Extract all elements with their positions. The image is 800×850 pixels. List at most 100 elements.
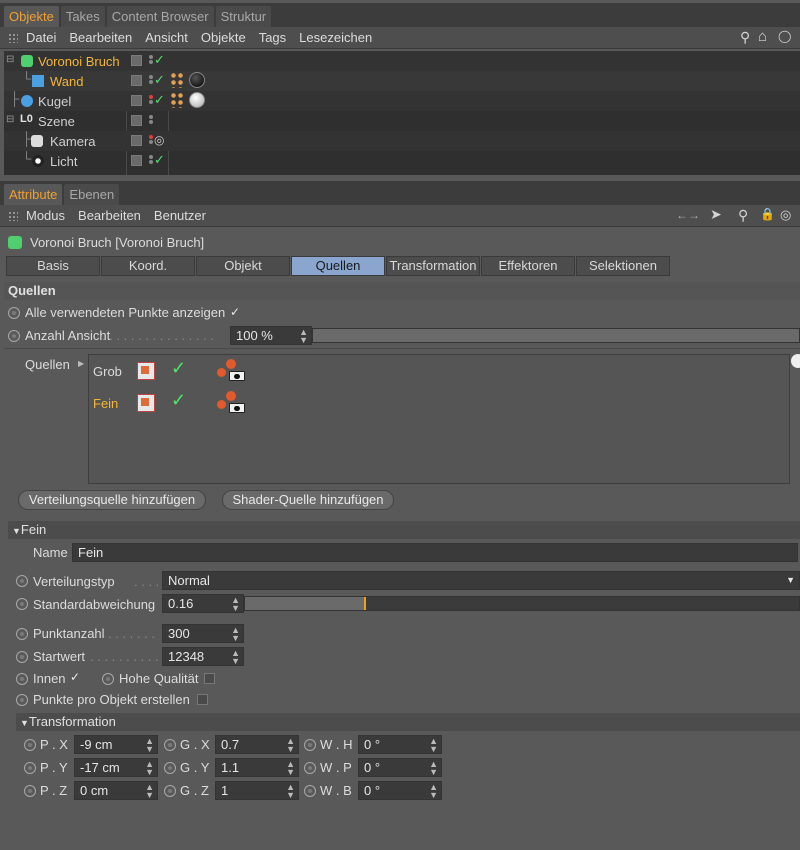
- section-transformation[interactable]: ▼Transformation: [16, 713, 800, 731]
- tab-ebenen[interactable]: Ebenen: [64, 184, 120, 205]
- count-view-field[interactable]: 100 % ▲ ▼: [230, 326, 312, 345]
- target-icon[interactable]: ◎: [780, 207, 791, 223]
- animate-radio[interactable]: [164, 762, 176, 774]
- source-name[interactable]: Grob: [93, 364, 122, 379]
- lock-icon[interactable]: 🔒: [760, 207, 775, 221]
- menu-tags[interactable]: Tags: [259, 30, 286, 45]
- menubar-grip-icon[interactable]: [8, 210, 18, 221]
- back-arrow-icon[interactable]: ←→: [676, 208, 700, 222]
- animate-radio[interactable]: [8, 330, 20, 342]
- scale-x-field[interactable]: 0.7 ▲ ▼: [215, 735, 299, 754]
- points-per-object-checkbox[interactable]: [197, 694, 208, 705]
- animate-radio[interactable]: [16, 598, 28, 610]
- tab-koord[interactable]: Koord.: [101, 256, 195, 276]
- cursor-icon[interactable]: ➤: [710, 206, 722, 223]
- points-visibility-icon[interactable]: [217, 391, 245, 417]
- tab-struktur[interactable]: Struktur: [215, 6, 272, 27]
- enabled-check-icon[interactable]: ✓: [171, 390, 186, 411]
- count-view-slider[interactable]: [312, 328, 800, 343]
- tab-content-browser[interactable]: Content Browser: [106, 6, 214, 27]
- rot-b-field[interactable]: 0 ° ▲ ▼: [358, 781, 442, 800]
- menu-datei[interactable]: Datei: [26, 30, 56, 45]
- menu-bearbeiten[interactable]: Bearbeiten: [78, 208, 141, 223]
- object-row-voronoi[interactable]: ⊟ Voronoi Bruch ✓: [4, 51, 800, 71]
- inner-checkbox[interactable]: ✓: [70, 670, 80, 684]
- rot-p-field[interactable]: 0 ° ▲ ▼: [358, 758, 442, 777]
- tab-effektoren[interactable]: Effektoren: [481, 256, 575, 276]
- home-icon[interactable]: ⌂: [758, 28, 767, 45]
- voronoi-tag-icon[interactable]: [170, 92, 184, 108]
- menu-benutzer[interactable]: Benutzer: [154, 208, 206, 223]
- add-shader-source-button[interactable]: Shader-Quelle hinzufügen: [222, 490, 394, 510]
- animate-radio[interactable]: [16, 694, 28, 706]
- animate-radio[interactable]: [304, 762, 316, 774]
- points-visibility-icon[interactable]: [217, 359, 245, 385]
- enabled-check-icon[interactable]: ✓: [154, 152, 165, 168]
- object-row-wand[interactable]: └ Wand ✓: [4, 71, 800, 91]
- animate-radio[interactable]: [16, 628, 28, 640]
- tab-quellen[interactable]: Quellen: [291, 256, 385, 276]
- tab-takes[interactable]: Takes: [60, 6, 105, 27]
- object-row-kamera[interactable]: ├ Kamera ◎: [4, 131, 800, 151]
- distribution-source-icon[interactable]: [137, 394, 155, 412]
- rot-h-field[interactable]: 0 ° ▲ ▼: [358, 735, 442, 754]
- slider-handle[interactable]: [364, 597, 366, 610]
- tab-transformation[interactable]: Transformation: [386, 256, 480, 276]
- enabled-check-icon[interactable]: ✓: [154, 72, 165, 88]
- animate-radio[interactable]: [16, 673, 28, 685]
- list-menu-icon[interactable]: [791, 354, 800, 368]
- tab-objekte[interactable]: Objekte: [4, 6, 59, 27]
- menu-objekte[interactable]: Objekte: [201, 30, 246, 45]
- high-quality-checkbox[interactable]: [204, 673, 215, 684]
- animate-radio[interactable]: [102, 673, 114, 685]
- std-dev-slider[interactable]: [244, 596, 800, 611]
- animate-radio[interactable]: [304, 785, 316, 797]
- menu-bearbeiten[interactable]: Bearbeiten: [69, 30, 132, 45]
- pos-y-field[interactable]: -17 cm ▲ ▼: [74, 758, 158, 777]
- pos-z-field[interactable]: 0 cm ▲ ▼: [74, 781, 158, 800]
- animate-radio[interactable]: [164, 785, 176, 797]
- pos-x-field[interactable]: -9 cm ▲ ▼: [74, 735, 158, 754]
- camera-target-icon[interactable]: ◎: [154, 133, 164, 147]
- enabled-check-icon[interactable]: ✓: [154, 92, 165, 108]
- object-row-licht[interactable]: └ Licht ✓: [4, 151, 800, 171]
- std-dev-field[interactable]: 0.16 ▲ ▼: [162, 594, 244, 613]
- show-points-checkbox[interactable]: ✓: [230, 305, 240, 319]
- object-row-kugel[interactable]: ├ Kugel ✓: [4, 91, 800, 111]
- distribution-source-icon[interactable]: [137, 362, 155, 380]
- animate-radio[interactable]: [24, 762, 36, 774]
- material-tag-icon[interactable]: [189, 72, 205, 88]
- seed-field[interactable]: 12348 ▲ ▼: [162, 647, 244, 666]
- tab-objekt[interactable]: Objekt: [196, 256, 290, 276]
- orbit-icon[interactable]: ◯: [778, 29, 791, 43]
- add-distribution-source-button[interactable]: Verteilungsquelle hinzufügen: [18, 490, 206, 510]
- tab-basis[interactable]: Basis: [6, 256, 100, 276]
- tab-selektionen[interactable]: Selektionen: [576, 256, 670, 276]
- animate-radio[interactable]: [304, 739, 316, 751]
- scale-y-field[interactable]: 1.1 ▲ ▼: [215, 758, 299, 777]
- animate-radio[interactable]: [16, 575, 28, 587]
- tab-attribute[interactable]: Attribute: [4, 184, 63, 205]
- enabled-check-icon[interactable]: ✓: [154, 52, 165, 68]
- animate-radio[interactable]: [24, 739, 36, 751]
- animate-radio[interactable]: [24, 785, 36, 797]
- menu-modus[interactable]: Modus: [26, 208, 65, 223]
- animate-radio[interactable]: [164, 739, 176, 751]
- voronoi-tag-icon[interactable]: [170, 72, 184, 88]
- point-count-field[interactable]: 300 ▲ ▼: [162, 624, 244, 643]
- search-icon[interactable]: ⚲: [740, 29, 750, 46]
- animate-radio[interactable]: [8, 307, 20, 319]
- object-row-szene[interactable]: ⊟ L0 Szene: [4, 111, 800, 131]
- search-icon[interactable]: ⚲: [738, 207, 748, 224]
- source-name[interactable]: Fein: [93, 396, 118, 411]
- section-fein[interactable]: ▼Fein: [8, 521, 800, 539]
- distribution-type-select[interactable]: Normal ▼: [162, 571, 800, 590]
- scale-z-field[interactable]: 1 ▲ ▼: [215, 781, 299, 800]
- menubar-grip-icon[interactable]: [8, 32, 18, 43]
- material-tag-icon[interactable]: [189, 92, 205, 108]
- enabled-check-icon[interactable]: ✓: [171, 358, 186, 379]
- menu-lesezeichen[interactable]: Lesezeichen: [299, 30, 372, 45]
- animate-radio[interactable]: [16, 651, 28, 663]
- menu-ansicht[interactable]: Ansicht: [145, 30, 188, 45]
- name-field[interactable]: Fein: [72, 543, 798, 562]
